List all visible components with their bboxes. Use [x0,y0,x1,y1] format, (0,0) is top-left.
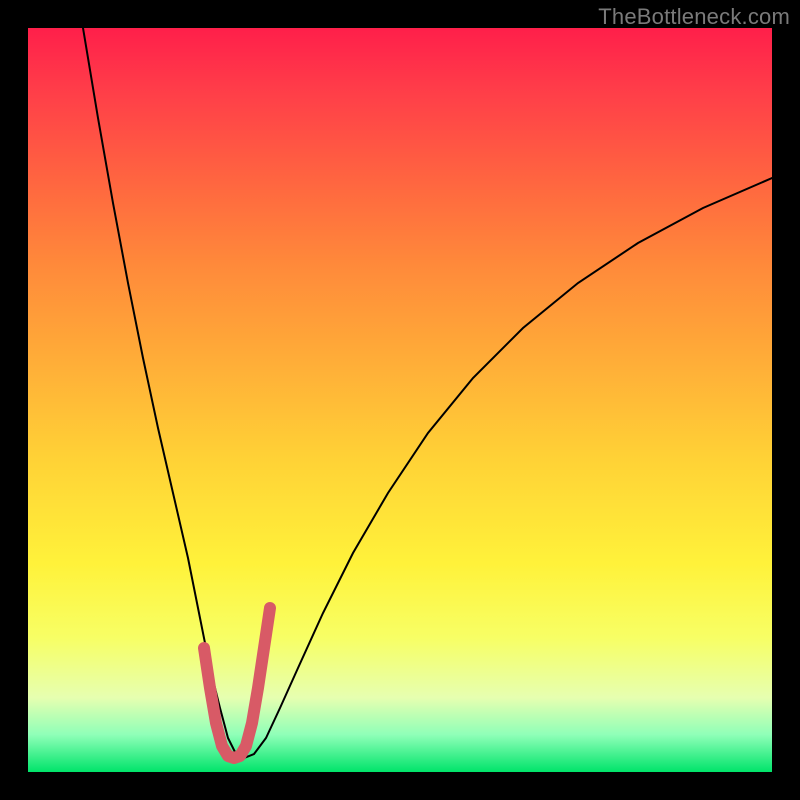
watermark-text: TheBottleneck.com [598,4,790,30]
curve-svg [28,28,772,772]
bottleneck-curve [83,28,772,758]
highlight-segment [204,608,270,758]
gradient-plot-area [28,28,772,772]
